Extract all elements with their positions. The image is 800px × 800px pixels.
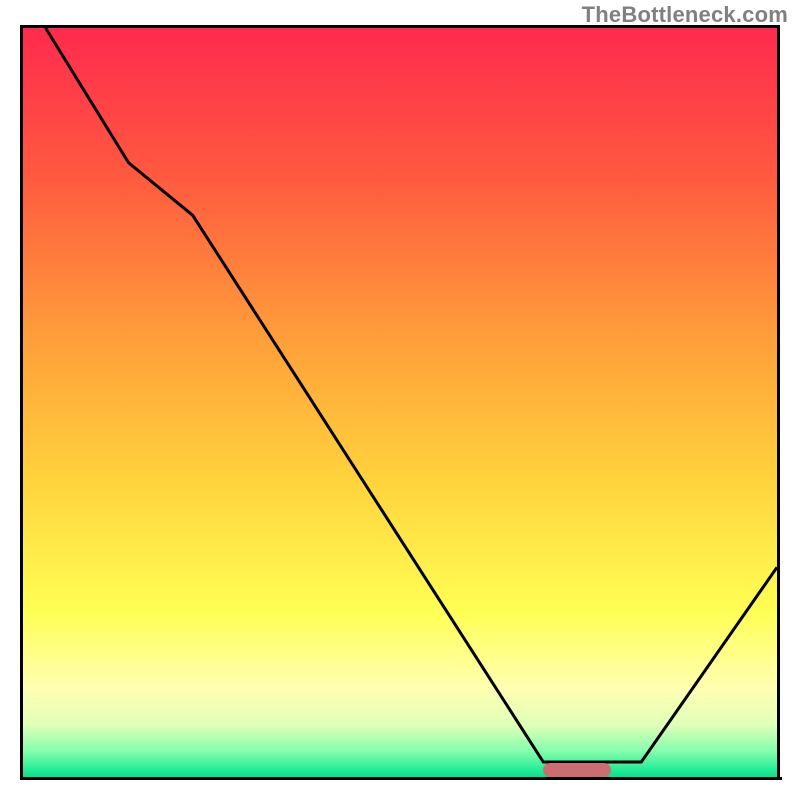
plot-area <box>20 25 780 777</box>
optimal-range-marker <box>543 763 611 777</box>
watermark-text: TheBottleneck.com <box>582 2 788 28</box>
x-axis-line <box>20 777 782 780</box>
bottleneck-chart: TheBottleneck.com <box>0 0 800 800</box>
bottleneck-curve <box>46 28 777 762</box>
curve-layer <box>23 28 777 777</box>
